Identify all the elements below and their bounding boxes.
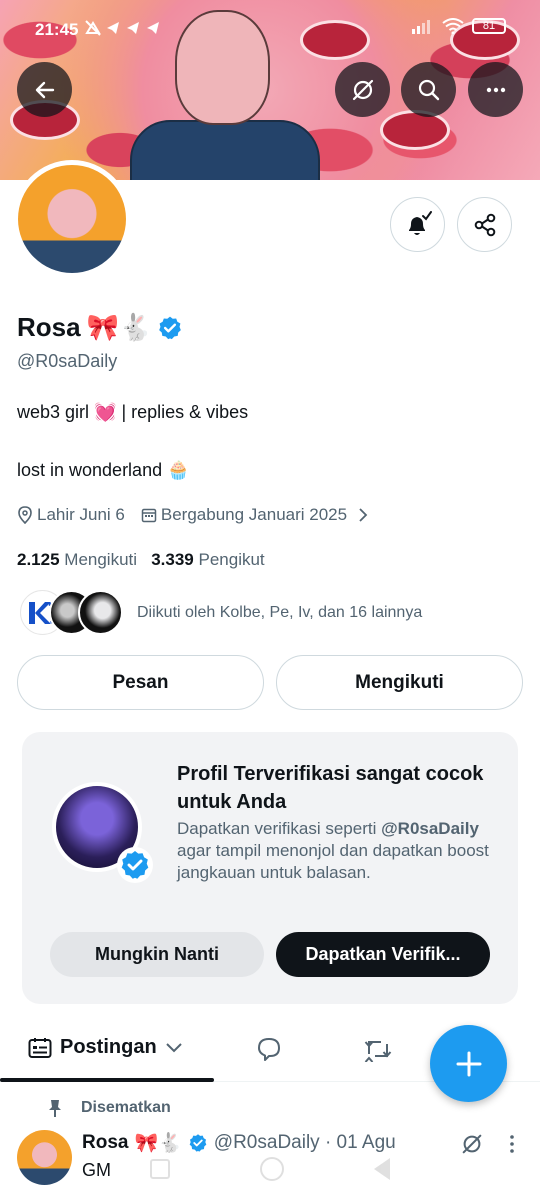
verification-promo-card: Profil Terverifikasi sangat cocok untuk … (22, 732, 518, 1004)
display-name: Rosa (17, 312, 81, 342)
search-button[interactable] (401, 62, 456, 117)
reply-icon (258, 1038, 280, 1061)
followers-stat[interactable]: 3.339 Pengikut (151, 550, 264, 569)
bio-line: lost in wonderland 🧁 (17, 460, 190, 480)
profile-handle: @R0saDaily (17, 351, 118, 371)
tab-replies[interactable] (256, 1036, 282, 1067)
battery-indicator: 81 (472, 18, 506, 34)
chevron-down-icon (165, 1042, 182, 1052)
calendar-icon (141, 508, 157, 523)
plus-icon (456, 1051, 481, 1076)
grok-icon (352, 79, 373, 100)
follow-stats: 2.125 Mengikuti 3.339 Pengikut (17, 550, 265, 570)
verified-badge-icon (121, 851, 149, 879)
more-button[interactable] (468, 62, 523, 117)
birthday-text: Lahir Juni 6 (37, 505, 125, 524)
message-button[interactable]: Pesan (17, 655, 264, 710)
pin-icon (49, 1100, 61, 1117)
name-emojis: 🎀🐇 (86, 312, 152, 342)
banner-art (380, 110, 450, 150)
bio-line: web3 girl 💓 | replies & vibes (17, 402, 249, 422)
followers-label: Pengikut (198, 550, 265, 569)
share-icon (474, 213, 495, 236)
pinned-indicator: Disematkan (45, 1098, 171, 1118)
promo-desc-suffix: agar tampil menonjol dan dapatkan boost … (177, 841, 489, 882)
location-pin-icon (18, 506, 32, 524)
search-icon (418, 79, 439, 100)
joined-item[interactable]: Bergabung Januari 2025 (141, 505, 369, 525)
more-icon (486, 87, 505, 92)
promo-description: Dapatkan verifikasi seperti @R0saDaily a… (177, 818, 497, 884)
signal-icon (412, 20, 430, 34)
verified-badge-icon[interactable] (157, 315, 183, 341)
compose-button[interactable] (430, 1025, 507, 1102)
tab-reposts[interactable] (364, 1036, 392, 1067)
wifi-icon (442, 18, 464, 34)
banner-art (130, 120, 320, 180)
promo-desc-prefix: Dapatkan verifikasi seperti (177, 819, 382, 838)
followed-by-text: Diikuti oleh Kolbe, Pe, Iv, dan 16 lainn… (137, 603, 423, 621)
promo-verified-badge (117, 847, 153, 883)
maybe-later-button[interactable]: Mungkin Nanti (50, 932, 264, 977)
tab-posts[interactable]: Postingan (28, 1036, 183, 1059)
notify-button[interactable] (390, 197, 445, 252)
promo-desc-handle: @R0saDaily (381, 819, 479, 838)
followed-by[interactable]: Diikuti oleh Kolbe, Pe, Iv, dan 16 lainn… (20, 590, 422, 635)
bell-check-icon (408, 210, 432, 235)
avatar-image (18, 165, 126, 273)
post-handle-date: @R0saDaily · 01 Agu (213, 1132, 396, 1153)
chevron-right-icon (359, 508, 368, 522)
repost-icon (364, 1041, 392, 1063)
verified-badge-icon (189, 1134, 207, 1152)
back-button[interactable] (17, 62, 72, 117)
system-nav-bar (0, 1152, 540, 1186)
profile-meta: Lahir Juni 6 Bergabung Januari 2025 (17, 505, 379, 525)
active-tab-indicator (0, 1078, 214, 1082)
profile-avatar[interactable] (13, 160, 131, 278)
joined-text: Bergabung Januari 2025 (160, 505, 348, 524)
grok-button[interactable] (335, 62, 390, 117)
following-stat[interactable]: 2.125 Mengikuti (17, 550, 137, 569)
post-author-name[interactable]: Rosa (82, 1132, 128, 1154)
status-bar: 21:45 81 (0, 0, 540, 58)
following-label: Mengikuti (64, 550, 138, 569)
followers-count: 3.339 (151, 550, 194, 569)
tab-posts-label: Postingan (60, 1036, 157, 1058)
notification-icons (85, 19, 165, 42)
birthday-item: Lahir Juni 6 (17, 505, 125, 525)
recents-nav-icon[interactable] (150, 1159, 170, 1179)
posts-icon (28, 1037, 52, 1058)
promo-title: Profil Terverifikasi sangat cocok untuk … (177, 763, 484, 813)
back-arrow-icon (35, 81, 54, 98)
status-time: 21:45 (35, 20, 79, 39)
share-button[interactable] (457, 197, 512, 252)
get-verified-button[interactable]: Dapatkan Verifik... (276, 932, 490, 977)
pinned-label: Disematkan (81, 1099, 171, 1116)
back-nav-icon[interactable] (374, 1158, 390, 1180)
follower-avatar (78, 590, 123, 635)
profile-name: Rosa 🎀🐇 (17, 312, 183, 343)
following-count: 2.125 (17, 550, 60, 569)
status-right: 81 (412, 18, 506, 34)
telegram-icon (85, 20, 159, 36)
home-nav-icon[interactable] (260, 1157, 284, 1181)
following-button[interactable]: Mengikuti (276, 655, 523, 710)
